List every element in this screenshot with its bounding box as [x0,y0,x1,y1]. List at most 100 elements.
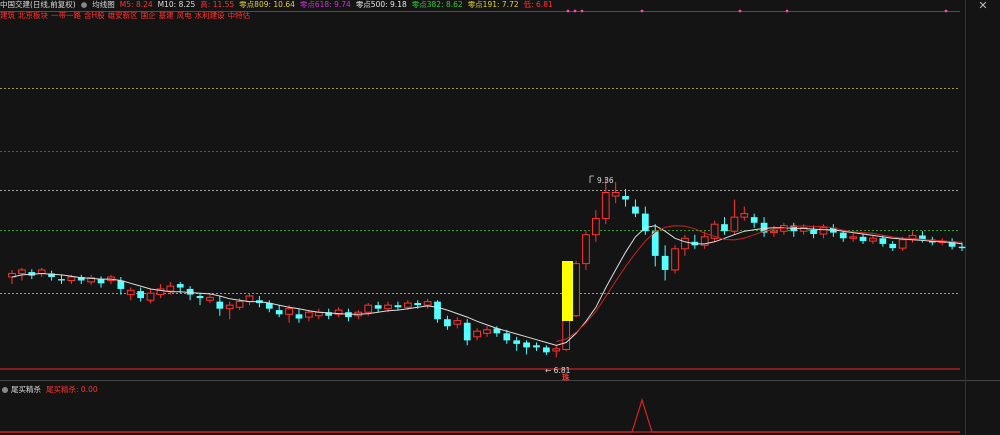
tag[interactable]: 国企 [141,11,156,20]
candle [146,288,155,304]
candle-body [305,311,313,318]
candle-body [622,196,629,200]
candle-body [483,329,491,334]
candle-body [651,231,659,256]
low-readout: 低: 6.81 [523,0,553,9]
tag[interactable]: 雄安新区 [108,11,138,20]
indicator-dot-icon: ● [80,0,88,9]
tag[interactable]: 建筑 [0,11,15,20]
fib500-readout: 零点500: 9.18 [355,0,407,9]
candle [908,231,917,243]
tag[interactable]: 风电 [177,11,192,20]
candle-body [206,296,214,301]
candle [265,300,273,313]
candle-body [552,348,561,352]
candle-body [572,263,580,317]
fibonacci-levels [0,88,960,294]
candle [453,317,462,329]
fib191-readout: 零点191: 7.72 [467,0,519,9]
candle-body [533,345,540,348]
candle [77,274,85,285]
candle [849,232,858,242]
candle-body [275,310,283,315]
candle [740,206,749,221]
candle [463,319,471,346]
tag[interactable]: 含H股 [84,11,105,20]
candle [611,181,620,204]
candle-body [641,213,649,232]
candle-body [681,237,689,250]
candle-body [839,232,847,239]
tag[interactable]: 北京板块 [18,11,48,20]
candle [216,296,224,316]
candle-body [97,279,105,284]
candle-body [523,342,530,348]
candle [591,210,600,242]
candle [671,245,679,274]
candle-body [810,229,817,235]
candle-body [591,218,600,236]
candle [661,245,669,281]
candle-body [434,301,441,320]
candle-body [235,301,244,308]
stock-title[interactable]: 中国交建(日线,前复权) [0,0,76,9]
candle-body [58,279,65,281]
candle-body [285,308,293,315]
candle [760,217,768,237]
fib809-readout: 零点809: 10.64 [239,0,295,9]
candle [48,270,55,281]
candle [325,308,333,320]
candle-body [473,330,481,338]
peak-price-label: 9.36 [597,176,614,185]
candle [691,234,699,249]
close-icon[interactable]: ✕ [975,0,991,11]
candle [523,340,530,355]
candle [137,287,145,302]
candle-body [216,301,224,309]
candle [513,336,521,351]
candle [97,276,105,288]
candle-body [543,347,550,353]
high-readout: 高: 11.55 [200,0,235,9]
tag[interactable]: 水利建设 [195,11,225,20]
candle [345,308,352,322]
candles [8,177,966,358]
highlight-candle-marker [562,261,573,321]
tag[interactable]: 基建 [159,11,174,20]
candlestick-chart[interactable] [0,0,1000,435]
candle-body [582,234,590,265]
candle [117,276,125,295]
fib382-readout: 零点382: 8.62 [411,0,463,9]
candle [126,287,135,301]
candle [305,310,313,322]
candle [374,301,382,313]
candle [394,301,402,311]
candle [334,307,343,318]
candle-body [819,227,828,235]
candle-body [117,280,125,289]
candle-body [364,304,373,313]
tag[interactable]: 一带一路 [51,11,81,20]
candle-body [503,333,511,341]
candle-body [384,304,392,310]
candle-body [423,301,432,306]
chart-grid [0,0,1000,435]
candle-body [414,303,422,306]
candle [87,274,96,285]
candle-body [403,302,412,308]
candle [434,300,441,323]
sub-indicator-value: 尾买精杀: 0.00 [46,385,98,394]
ma10-readout: M10: 8.25 [157,0,196,9]
tag[interactable]: 中特估 [228,11,251,20]
candle-body [730,216,739,232]
candle [572,260,580,318]
candle-body [601,192,610,220]
candle-body [67,276,76,282]
candle-body [137,291,145,299]
indicator-name[interactable]: 均线图 [92,0,115,9]
candle [533,342,540,351]
indicator-header: 中国交建(日线,前复权) ● 均线图 M5: 8.24 M10: 8.25 高: 11.5… [0,0,1000,11]
indicator-dot-icon [2,386,8,393]
candle [790,222,798,237]
sub-indicator-name[interactable]: 尾买精杀 [11,385,41,394]
